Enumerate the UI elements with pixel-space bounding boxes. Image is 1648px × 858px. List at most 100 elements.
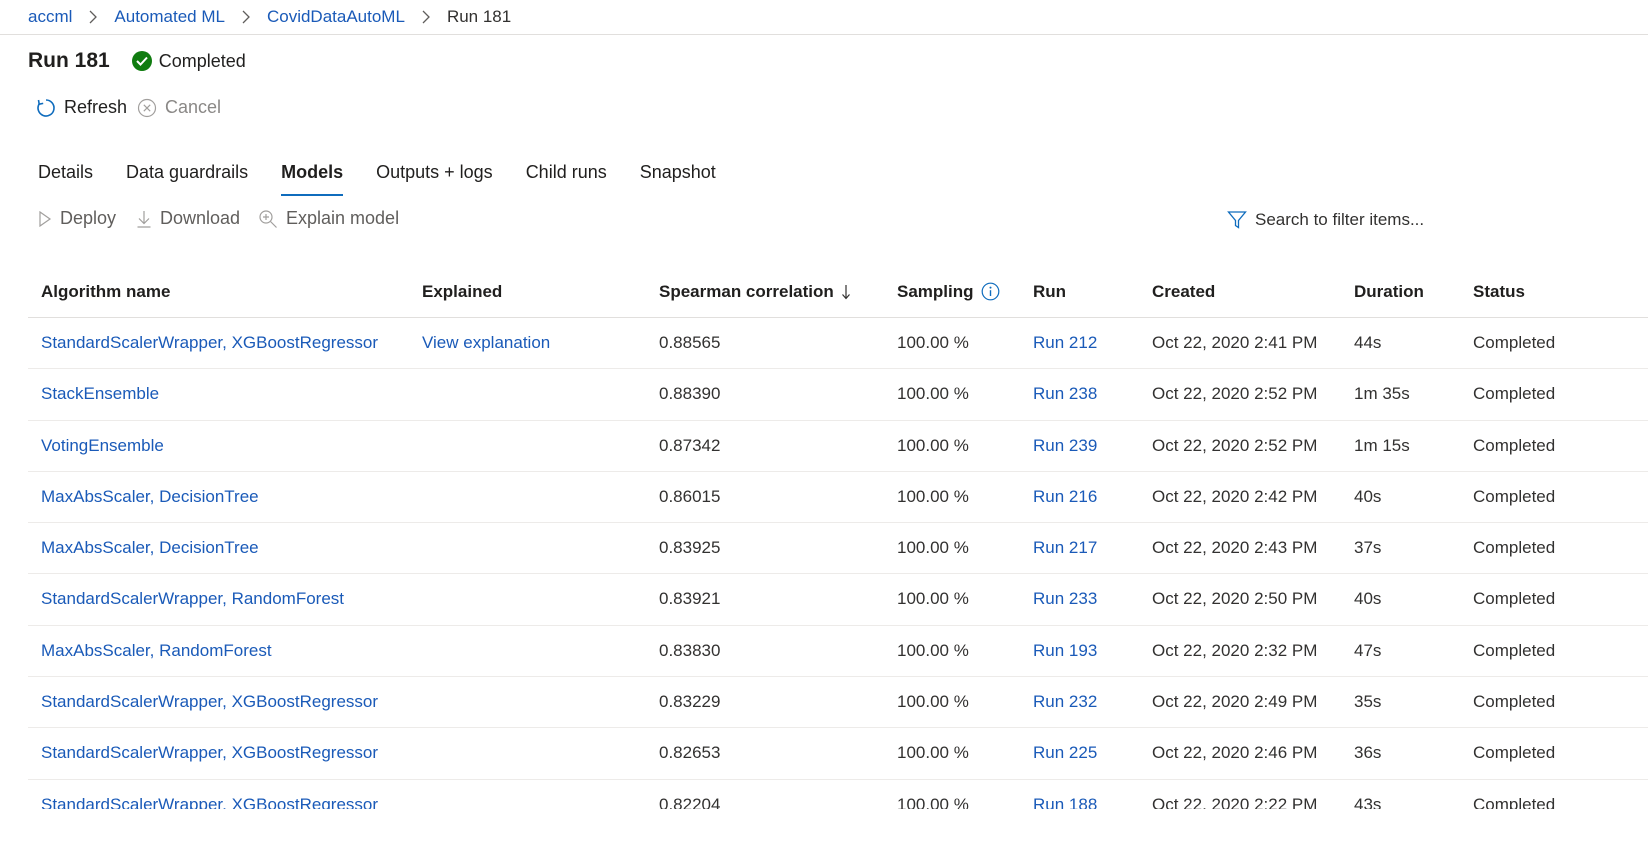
run-link[interactable]: Run 233 <box>1033 574 1097 624</box>
sampling-value: 100.00 % <box>897 435 969 455</box>
column-header-spearman[interactable]: Spearman correlation <box>659 282 851 302</box>
algorithm-link[interactable]: MaxAbsScaler, DecisionTree <box>41 472 259 522</box>
table-row[interactable]: StandardScalerWrapper, XGBoostRegressor … <box>28 677 1648 729</box>
refresh-button[interactable]: Refresh <box>36 97 127 118</box>
run-link[interactable]: Run 238 <box>1033 369 1097 419</box>
status-value: Completed <box>1473 486 1556 506</box>
created-value: Oct 22, 2020 2:50 PM <box>1152 589 1318 609</box>
tab-outputs-logs[interactable]: Outputs + logs <box>376 156 493 196</box>
status-value: Completed <box>1473 384 1556 404</box>
algorithm-link[interactable]: StandardScalerWrapper, XGBoostRegressor <box>41 318 378 368</box>
run-link[interactable]: Run 239 <box>1033 421 1097 471</box>
spearman-value: 0.88565 <box>659 333 721 352</box>
created-value: Oct 22, 2020 2:22 PM <box>1152 794 1318 809</box>
table-row[interactable]: StandardScalerWrapper, XGBoostRegressor … <box>28 728 1648 780</box>
download-label: Download <box>160 208 241 228</box>
column-header-duration[interactable]: Duration <box>1354 282 1424 302</box>
table-row[interactable]: StandardScalerWrapper, RandomForest 0.83… <box>28 574 1648 626</box>
algorithm-link[interactable]: StandardScalerWrapper, RandomForest <box>41 574 344 624</box>
table-row[interactable]: StandardScalerWrapper, XGBoostRegressor … <box>28 318 1648 370</box>
status-value: Completed <box>1473 333 1556 352</box>
created-value: Oct 22, 2020 2:42 PM <box>1152 486 1318 506</box>
column-header-run[interactable]: Run <box>1033 282 1066 302</box>
run-link[interactable]: Run 232 <box>1033 677 1097 727</box>
title-row: Run 181 Completed <box>28 46 246 76</box>
view-explanation-link[interactable]: View explanation <box>422 318 550 368</box>
table-row[interactable]: MaxAbsScaler, DecisionTree 0.86015 100.0… <box>28 472 1648 524</box>
duration-value: 44s <box>1354 333 1382 352</box>
created-value: Oct 22, 2020 2:41 PM <box>1152 333 1318 352</box>
sampling-value: 100.00 % <box>897 692 969 712</box>
check-circle-icon <box>131 51 152 71</box>
play-icon <box>38 210 52 227</box>
table-row[interactable]: VotingEnsemble 0.87342 100.00 % Run 239 … <box>28 421 1648 472</box>
algorithm-link[interactable]: MaxAbsScaler, DecisionTree <box>41 523 259 573</box>
table-header: Algorithm name Explained Spearman correl… <box>28 266 1648 318</box>
created-value: Oct 22, 2020 2:52 PM <box>1152 384 1318 404</box>
algorithm-link[interactable]: StandardScalerWrapper, XGBoostRegressor <box>41 677 378 727</box>
status-value: Completed <box>1473 743 1556 763</box>
info-icon[interactable] <box>981 282 1000 301</box>
tab-details[interactable]: Details <box>38 156 93 196</box>
column-header-algorithm[interactable]: Algorithm name <box>41 282 170 302</box>
tab-models[interactable]: Models <box>281 156 344 196</box>
breadcrumb-item-current: Run 181 <box>446 7 512 26</box>
run-link[interactable]: Run 212 <box>1033 318 1097 368</box>
algorithm-link[interactable]: StandardScalerWrapper, XGBoostRegressor <box>41 780 378 809</box>
status-value: Completed <box>1473 640 1556 660</box>
sampling-value: 100.00 % <box>897 589 969 609</box>
sampling-value: 100.00 % <box>897 486 969 506</box>
algorithm-link[interactable]: MaxAbsScaler, RandomForest <box>41 626 272 676</box>
tab-bar: Details Data guardrails Models Outputs +… <box>38 156 749 196</box>
models-table: Algorithm name Explained Spearman correl… <box>28 266 1648 809</box>
table-row[interactable]: StandardScalerWrapper, XGBoostRegressor … <box>28 780 1648 809</box>
sampling-value: 100.00 % <box>897 743 969 763</box>
filter-search-box[interactable] <box>1227 207 1557 233</box>
table-row[interactable]: MaxAbsScaler, RandomForest 0.83830 100.0… <box>28 626 1648 678</box>
run-link[interactable]: Run 188 <box>1033 780 1097 809</box>
breadcrumb-item-experiment[interactable]: CovidDataAutoML <box>267 7 405 27</box>
breadcrumb: accml Automated ML CovidDataAutoML Run 1… <box>28 0 511 34</box>
search-input[interactable] <box>1255 210 1515 230</box>
header-divider <box>0 34 1648 35</box>
spearman-value: 0.83229 <box>659 692 721 712</box>
duration-value: 47s <box>1354 640 1382 660</box>
column-header-spearman-label: Spearman correlation <box>659 281 834 301</box>
run-link[interactable]: Run 225 <box>1033 728 1097 778</box>
tab-child-runs[interactable]: Child runs <box>526 156 607 196</box>
run-link[interactable]: Run 193 <box>1033 626 1097 676</box>
sampling-value: 100.00 % <box>897 640 969 660</box>
algorithm-link[interactable]: VotingEnsemble <box>41 421 164 471</box>
download-button[interactable]: Download <box>136 208 240 229</box>
sampling-value: 100.00 % <box>897 794 969 809</box>
breadcrumb-item-automl[interactable]: Automated ML <box>114 7 225 27</box>
status-value: Completed <box>1473 435 1556 455</box>
tab-data-guardrails[interactable]: Data guardrails <box>126 156 248 196</box>
status-value: Completed <box>1473 692 1556 712</box>
column-header-status[interactable]: Status <box>1473 282 1525 302</box>
column-header-sampling[interactable]: Sampling <box>897 282 1000 302</box>
algorithm-link[interactable]: StandardScalerWrapper, XGBoostRegressor <box>41 728 378 778</box>
breadcrumb-item-workspace[interactable]: accml <box>28 7 72 27</box>
column-header-explained[interactable]: Explained <box>422 282 502 302</box>
filter-icon <box>1227 210 1247 230</box>
chevron-right-icon <box>421 10 431 24</box>
cancel-circle-icon <box>137 98 157 118</box>
tab-snapshot[interactable]: Snapshot <box>640 156 716 196</box>
algorithm-link[interactable]: StackEnsemble <box>41 369 159 419</box>
column-header-created[interactable]: Created <box>1152 282 1215 302</box>
run-link[interactable]: Run 217 <box>1033 523 1097 573</box>
refresh-label: Refresh <box>64 97 128 117</box>
duration-value: 35s <box>1354 692 1382 712</box>
status-value: Completed <box>1473 538 1556 558</box>
explain-model-button[interactable]: Explain model <box>258 208 399 229</box>
refresh-icon <box>36 98 56 118</box>
status-text: Completed <box>158 50 246 71</box>
table-row[interactable]: MaxAbsScaler, DecisionTree 0.83925 100.0… <box>28 523 1648 575</box>
spearman-value: 0.83925 <box>659 538 721 558</box>
status-value: Completed <box>1473 589 1556 609</box>
run-link[interactable]: Run 216 <box>1033 472 1097 522</box>
deploy-button[interactable]: Deploy <box>38 208 116 229</box>
table-row[interactable]: StackEnsemble 0.88390 100.00 % Run 238 O… <box>28 369 1648 421</box>
cancel-button[interactable]: Cancel <box>137 97 221 118</box>
